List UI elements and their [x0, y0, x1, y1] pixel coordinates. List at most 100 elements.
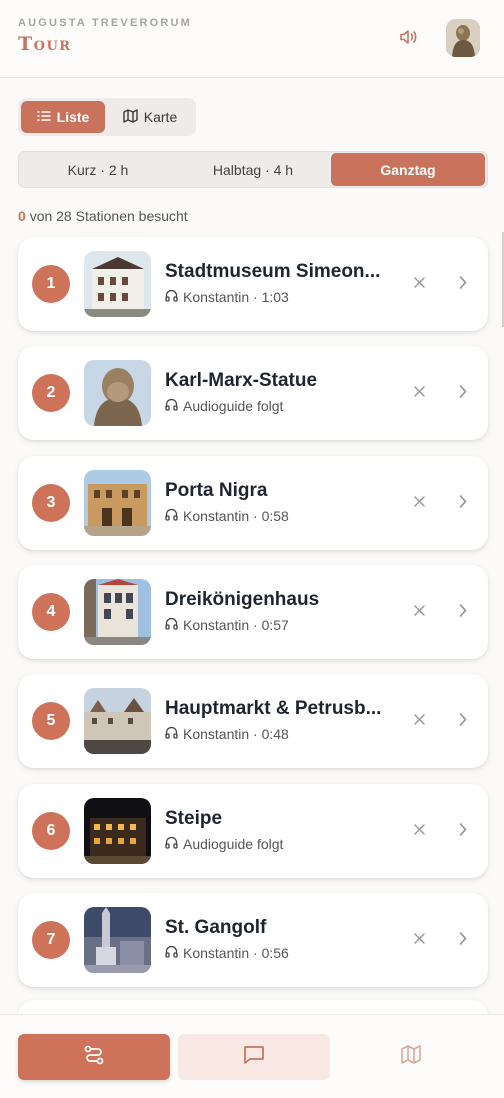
view-toggle: Liste Karte — [18, 98, 196, 136]
remove-station-button[interactable] — [408, 383, 430, 405]
map-icon — [123, 108, 138, 126]
open-station-button[interactable] — [452, 711, 474, 733]
open-station-button[interactable] — [452, 602, 474, 624]
app-header: AUGUSTA TREVERORUM Tour — [0, 0, 504, 78]
station-meta-text: Audioguide folgt — [183, 835, 284, 852]
station-meta-text: Konstantin · 0:56 — [183, 944, 289, 961]
open-station-button[interactable] — [452, 493, 474, 515]
bottom-navigation — [0, 1014, 504, 1098]
headphones-icon — [165, 617, 178, 633]
chevron-right-icon — [458, 712, 468, 732]
remove-station-button[interactable] — [408, 711, 430, 733]
station-meta-text: Konstantin · 0:48 — [183, 726, 289, 743]
chevron-right-icon — [458, 494, 468, 514]
close-icon — [413, 604, 426, 622]
station-name: Steipe — [165, 807, 223, 829]
close-icon — [413, 713, 426, 731]
station-thumbnail — [84, 578, 151, 645]
station-meta: Konstantin · 0:48 — [165, 726, 289, 742]
station-meta: Konstantin · 0:57 — [165, 617, 289, 633]
chevron-right-icon — [458, 384, 468, 404]
avatar[interactable] — [446, 19, 480, 57]
station-name: Stadtmuseum Simeon... — [165, 261, 381, 282]
station-name: Dreikönigenhaus — [165, 588, 320, 610]
close-icon — [413, 495, 426, 513]
visit-progress: 0 von 28 Stationen besucht — [18, 208, 188, 224]
map-view-button[interactable]: Karte — [108, 101, 192, 133]
duration-selector: Kurz · 2 h Halbtag · 4 h Ganztag — [18, 151, 488, 188]
remove-station-button[interactable] — [408, 821, 430, 843]
chevron-right-icon — [458, 275, 468, 295]
close-icon — [413, 276, 426, 294]
map-icon — [401, 1045, 421, 1069]
remove-station-button[interactable] — [408, 930, 430, 952]
headphones-icon — [165, 508, 178, 524]
visited-count: 0 — [18, 208, 26, 224]
open-station-button[interactable] — [452, 274, 474, 296]
station-meta-text: Konstantin · 0:57 — [183, 616, 289, 633]
station-number: 2 — [32, 374, 70, 413]
remove-station-button[interactable] — [408, 493, 430, 515]
station-number: 6 — [32, 811, 70, 850]
station-card[interactable]: 1 Stadtmuseum Simeon... Konstantin · 1:0… — [18, 237, 488, 331]
remove-station-button[interactable] — [408, 602, 430, 624]
sound-button[interactable] — [394, 24, 424, 54]
station-name: St. Gangolf — [165, 916, 267, 938]
station-meta: Audioguide folgt — [165, 836, 283, 852]
brand-subtitle: AUGUSTA TREVERORUM — [18, 17, 193, 29]
chat-tab[interactable] — [178, 1034, 330, 1080]
open-station-button[interactable] — [452, 821, 474, 843]
station-thumbnail — [84, 251, 151, 317]
station-number: 4 — [32, 592, 70, 631]
station-thumbnail — [84, 360, 151, 427]
close-icon — [413, 385, 426, 403]
duration-short-button[interactable]: Kurz · 2 h — [21, 153, 175, 186]
station-thumbnail — [84, 688, 151, 755]
chevron-right-icon — [458, 822, 468, 842]
station-card[interactable]: 7 St. Gangolf Konstantin · 0:56 — [18, 892, 488, 987]
station-number: 7 — [32, 920, 70, 959]
station-number: 5 — [32, 702, 70, 741]
station-name: Karl-Marx-Statue — [165, 370, 318, 392]
duration-halfday-button[interactable]: Halbtag · 4 h — [176, 153, 330, 186]
open-station-button[interactable] — [452, 930, 474, 952]
station-card[interactable]: 2 Karl-Marx-Statue Audioguide folgt — [18, 346, 488, 441]
map-tab[interactable] — [335, 1034, 487, 1080]
remove-station-button[interactable] — [408, 274, 430, 296]
station-name: Porta Nigra — [165, 479, 268, 501]
station-card[interactable]: 6 Steipe Audioguide folgt — [18, 783, 488, 878]
station-meta: Audioguide folgt — [165, 398, 283, 414]
station-thumbnail — [84, 469, 151, 536]
headphones-icon — [165, 289, 178, 305]
headphones-icon — [165, 398, 178, 414]
visited-label: von 28 Stationen besucht — [29, 208, 188, 224]
headphones-icon — [165, 836, 178, 852]
list-view-button[interactable]: Liste — [21, 101, 105, 133]
station-meta-text: Audioguide folgt — [183, 398, 284, 415]
map-view-label: Karte — [143, 109, 178, 125]
station-meta: Konstantin · 0:58 — [165, 508, 289, 524]
route-tab[interactable] — [18, 1034, 170, 1080]
list-icon — [36, 109, 51, 125]
chevron-right-icon — [458, 603, 468, 623]
chevron-right-icon — [458, 931, 468, 951]
station-meta-text: Konstantin · 0:58 — [183, 507, 289, 524]
volume-icon — [399, 28, 419, 51]
route-icon — [83, 1044, 105, 1071]
station-thumbnail — [84, 797, 151, 864]
station-card[interactable]: 5 Hauptmarkt & Petrusb... Konstantin · 0… — [18, 674, 488, 769]
page-title: Tour — [18, 33, 72, 55]
chat-bubble-icon — [243, 1044, 265, 1070]
station-number: 1 — [32, 265, 70, 303]
station-meta: Konstantin · 1:03 — [165, 289, 289, 305]
station-card[interactable]: 3 Porta Nigra Konstantin · 0:58 — [18, 455, 488, 550]
station-card[interactable]: 4 Dreikönigenhaus Konstantin · 0:57 — [18, 564, 488, 659]
station-meta-text: Konstantin · 1:03 — [183, 289, 289, 305]
list-view-label: Liste — [56, 109, 90, 125]
headphones-icon — [165, 945, 178, 961]
open-station-button[interactable] — [452, 383, 474, 405]
station-meta: Konstantin · 0:56 — [165, 945, 289, 961]
station-name: Hauptmarkt & Petrusb... — [165, 698, 382, 720]
station-number: 3 — [32, 483, 70, 522]
duration-fullday-button[interactable]: Ganztag — [331, 153, 485, 186]
